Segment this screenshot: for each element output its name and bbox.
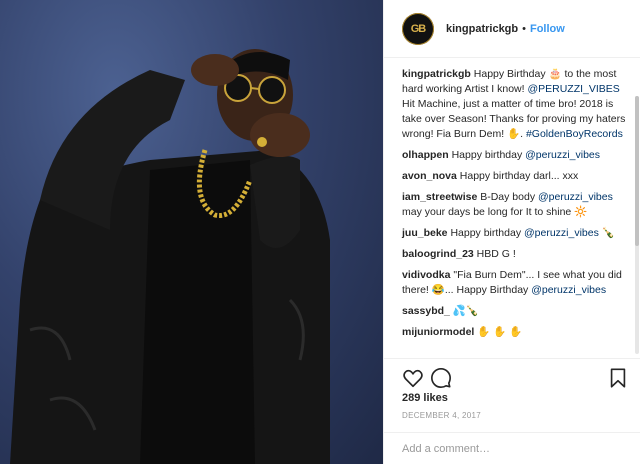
comment-text: 💦🍾 xyxy=(449,305,479,317)
comment-item: sassybd_ 💦🍾 xyxy=(402,304,627,319)
likes-count[interactable]: 289 likes xyxy=(402,392,448,404)
comment-text: B-Day body xyxy=(477,191,538,203)
post-photo[interactable] xyxy=(0,0,383,464)
instagram-post: GB kingpatrickgb • Follow kingpatrickgb … xyxy=(0,0,640,464)
post-header: GB kingpatrickgb • Follow xyxy=(384,0,640,58)
comment-input[interactable] xyxy=(402,443,622,455)
heart-icon[interactable] xyxy=(402,367,424,389)
comment-username[interactable]: avon_nova xyxy=(402,170,457,182)
comment-item: mijuniormodel ✋ ✋ ✋ xyxy=(402,325,627,340)
comment-text: ✋ ✋ ✋ xyxy=(474,326,523,338)
action-bar xyxy=(384,358,640,394)
comment-text: Happy birthday xyxy=(448,149,526,161)
comment-tail: 🍾 xyxy=(598,227,615,239)
header-username[interactable]: kingpatrickgb xyxy=(446,23,518,35)
comment-mention[interactable]: @peruzzi_vibes xyxy=(538,191,613,203)
comment-text: HBD G ! xyxy=(473,248,516,260)
caption-mention[interactable]: @PERUZZI_VIBES xyxy=(527,83,619,95)
comment-username[interactable]: mijuniormodel xyxy=(402,326,474,338)
comment-mention[interactable]: @peruzzi_vibes xyxy=(524,227,599,239)
avatar-logo-text: GB xyxy=(410,22,426,35)
comment-item: olhappen Happy birthday @peruzzi_vibes xyxy=(402,148,627,163)
comment-mention[interactable]: @peruzzi_vibes xyxy=(531,284,606,296)
caption-username[interactable]: kingpatrickgb xyxy=(402,68,471,80)
photo-illustration xyxy=(10,49,330,464)
post-date: DECEMBER 4, 2017 xyxy=(402,411,482,420)
comment-username[interactable]: juu_beke xyxy=(402,227,448,239)
caption-hashtag[interactable]: #GoldenBoyRecords xyxy=(526,128,623,140)
comment-username[interactable]: iam_streetwise xyxy=(402,191,477,203)
speech-bubble-icon[interactable] xyxy=(430,367,452,389)
comment-username[interactable]: sassybd_ xyxy=(402,305,450,317)
caption: kingpatrickgb Happy Birthday 🎂 to the mo… xyxy=(402,67,627,142)
comment-item: avon_nova Happy birthday darl... xxx xyxy=(402,169,627,184)
header-separator: • xyxy=(522,22,526,35)
comment-item: baloogrind_23 HBD G ! xyxy=(402,247,627,262)
post-side-panel: GB kingpatrickgb • Follow kingpatrickgb … xyxy=(383,0,640,464)
comment-tail: may your days be long for It to shine 🔆 xyxy=(402,206,588,218)
comment-item: iam_streetwise B-Day body @peruzzi_vibes… xyxy=(402,190,627,220)
comments-list[interactable]: kingpatrickgb Happy Birthday 🎂 to the mo… xyxy=(384,58,640,358)
comments-scrollbar[interactable] xyxy=(635,96,639,354)
comment-text: Happy birthday darl... xxx xyxy=(456,170,579,182)
comment-text: Happy birthday xyxy=(447,227,524,239)
comment-mention[interactable]: @peruzzi_vibes xyxy=(525,149,600,161)
follow-button[interactable]: Follow xyxy=(530,23,565,35)
scrollbar-thumb[interactable] xyxy=(635,96,639,246)
comment-username[interactable]: olhappen xyxy=(402,149,449,161)
comment-item: vidivodka "Fia Burn Dem"... I see what y… xyxy=(402,268,627,298)
add-comment-bar xyxy=(384,432,640,464)
avatar[interactable]: GB xyxy=(402,12,434,45)
comment-item: juu_beke Happy birthday @peruzzi_vibes 🍾 xyxy=(402,226,627,241)
comment-username[interactable]: vidivodka xyxy=(402,269,450,281)
bookmark-icon[interactable] xyxy=(607,367,629,389)
comment-username[interactable]: baloogrind_23 xyxy=(402,248,474,260)
